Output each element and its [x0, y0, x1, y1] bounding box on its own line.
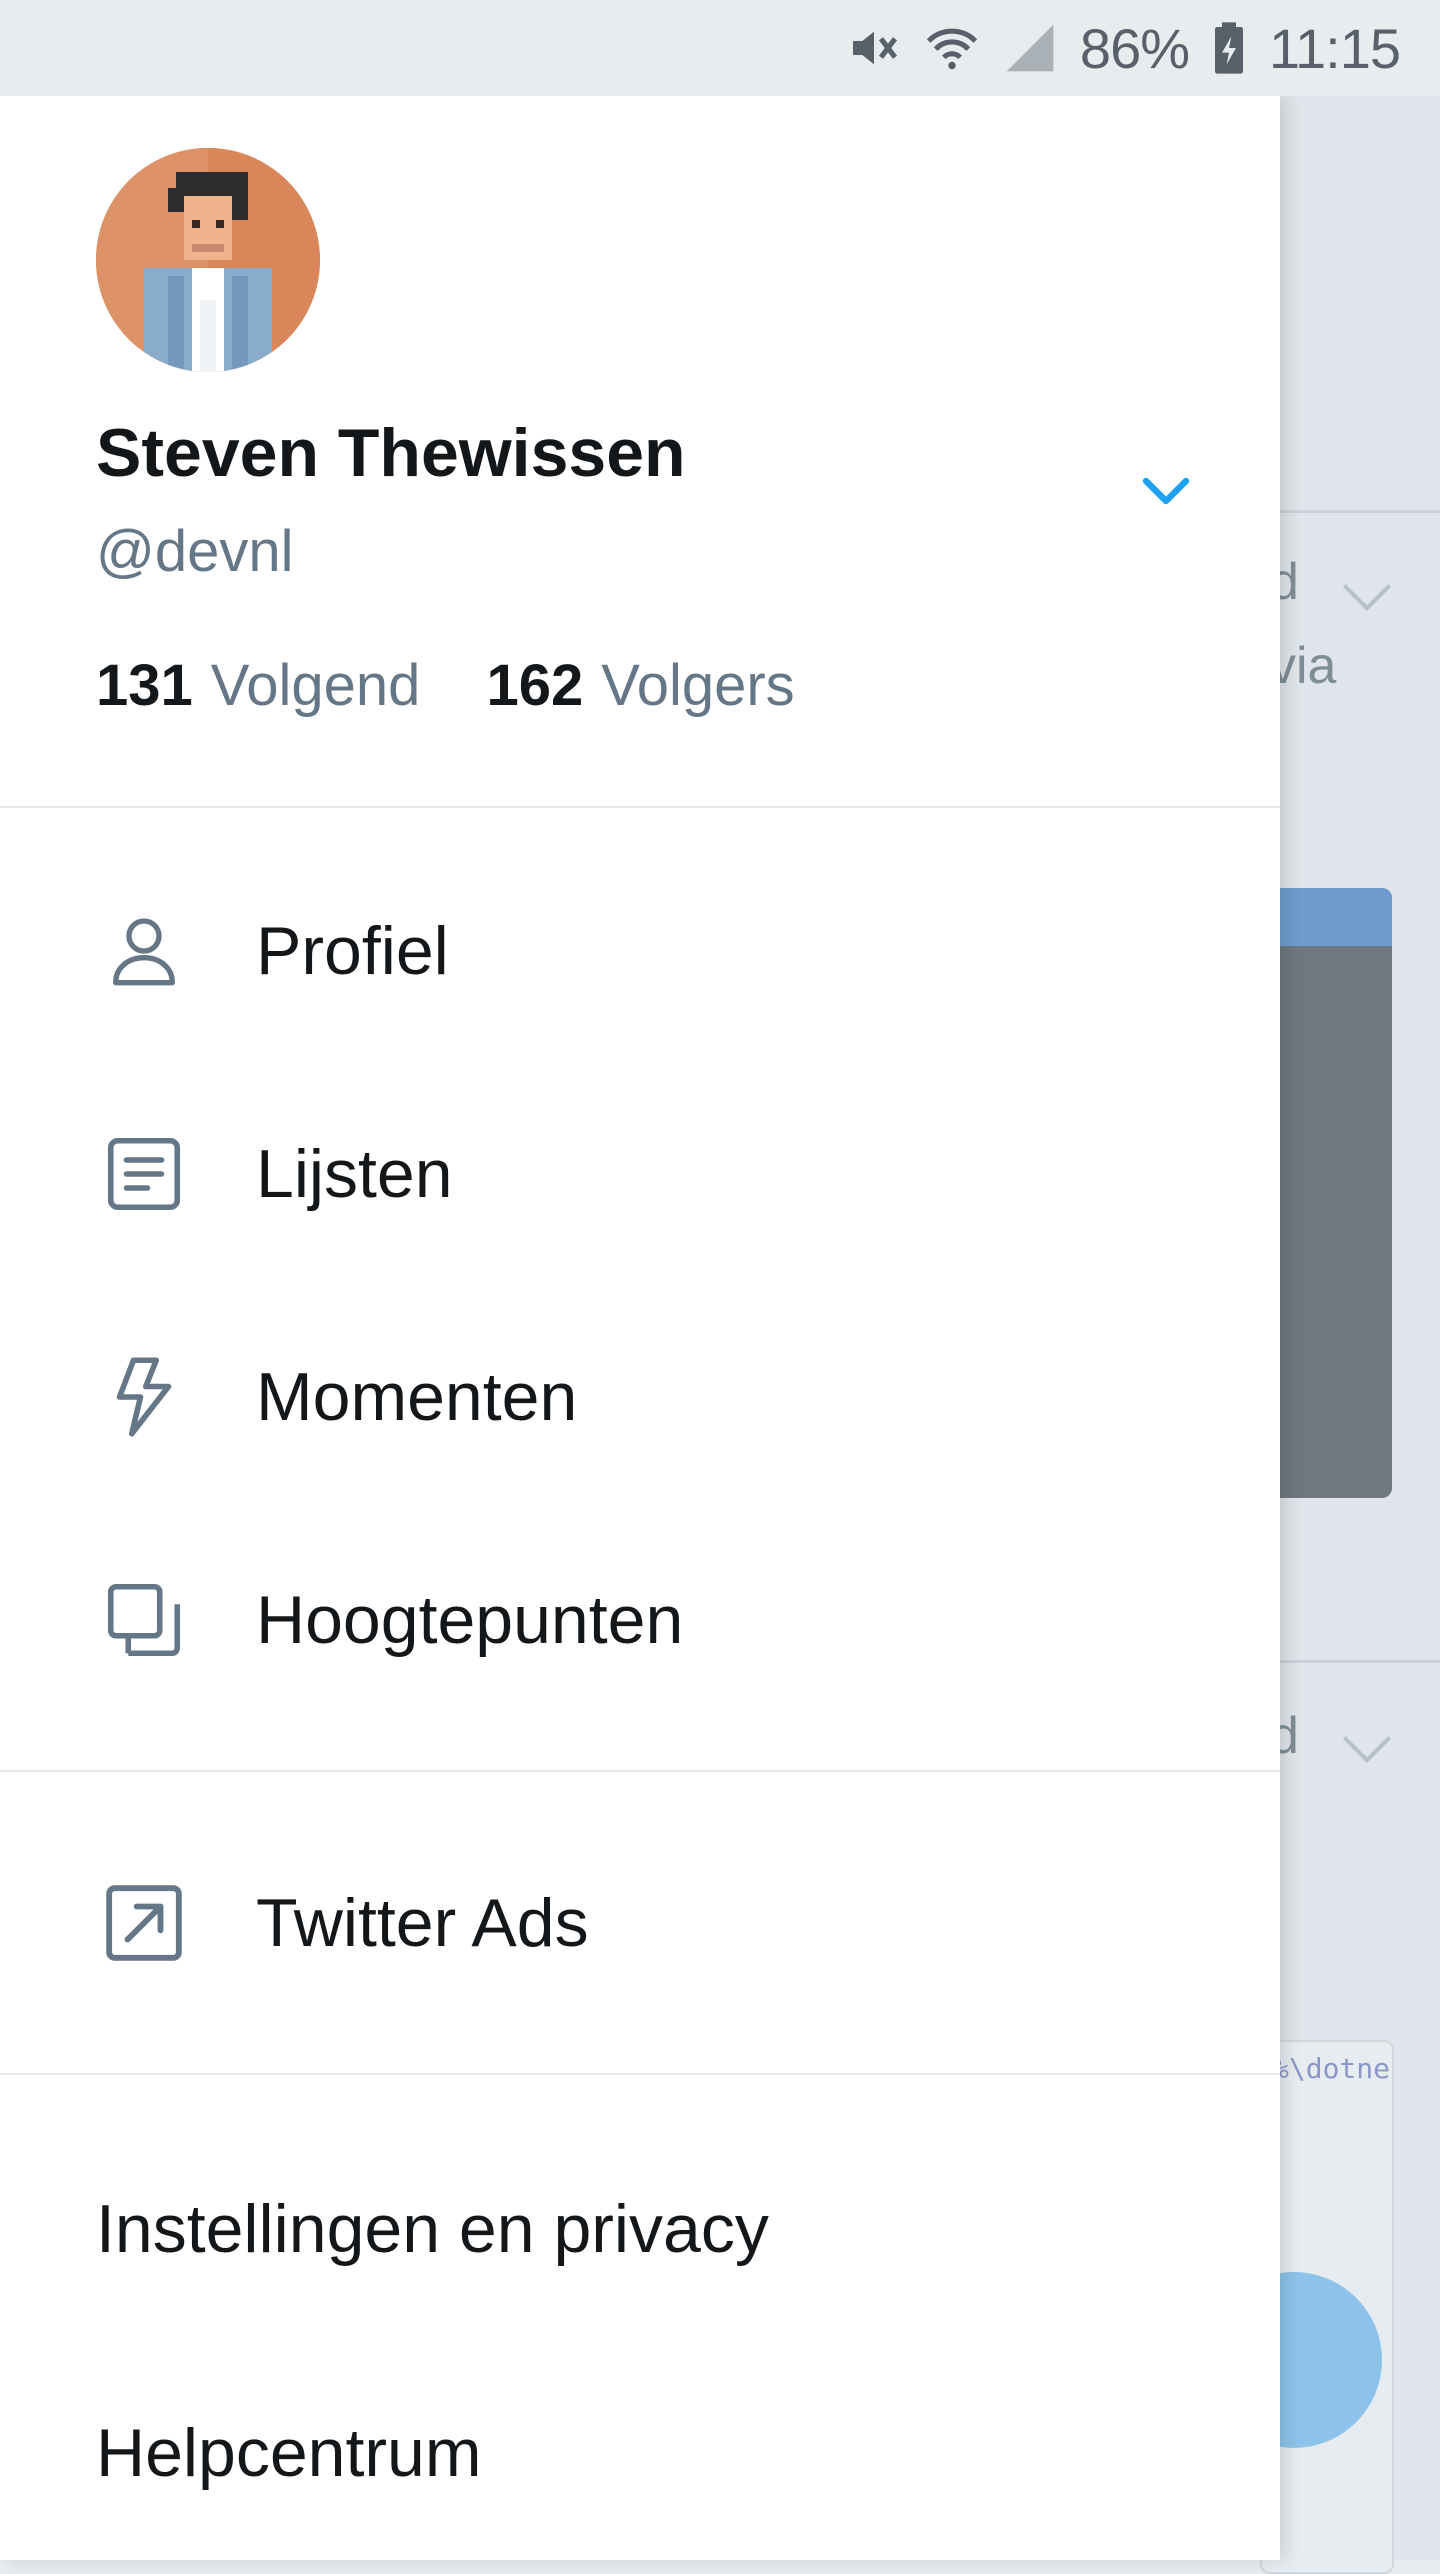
mute-icon: [846, 20, 902, 76]
person-icon: [96, 903, 192, 999]
bg-chevron-icon: [1342, 1714, 1392, 1764]
profile-name: Steven Thewissen: [96, 415, 686, 491]
menu-item-highlights[interactable]: Hoogtepunten: [0, 1525, 1280, 1715]
following-stat[interactable]: 131 Volgend: [96, 652, 420, 719]
bg-chevron-icon: [1342, 562, 1392, 612]
menu-item-label: Momenten: [256, 1359, 578, 1435]
menu-item-label: Hoogtepunten: [256, 1582, 684, 1658]
followers-label: Volgers: [601, 653, 795, 718]
divider: [0, 806, 1280, 808]
navigation-drawer: Steven Thewissen @devnl 131 Volgend 162 Vo…: [0, 96, 1280, 2560]
account-switcher-chevron-icon[interactable]: [1136, 462, 1196, 522]
divider: [0, 1770, 1280, 1772]
profile-handle: @devnl: [96, 519, 294, 584]
menu-item-lists[interactable]: Lijsten: [0, 1079, 1280, 1269]
clock: 11:15: [1269, 16, 1401, 80]
avatar[interactable]: [96, 148, 320, 372]
battery-percentage: 86%: [1079, 16, 1190, 80]
highlights-icon: [96, 1572, 192, 1668]
settings-privacy-link[interactable]: Instellingen en privacy: [96, 2190, 769, 2268]
menu-item-label: Lijsten: [256, 1136, 453, 1212]
bg-divider: [1280, 1660, 1440, 1663]
external-link-icon: [96, 1875, 192, 1971]
followers-stat[interactable]: 162 Volgers: [486, 652, 794, 719]
wifi-icon: [924, 20, 980, 76]
menu-item-label: Twitter Ads: [256, 1885, 589, 1961]
menu-item-label: Profiel: [256, 913, 449, 989]
battery-icon: [1211, 20, 1247, 76]
following-count: 131: [96, 653, 193, 718]
lightning-icon: [96, 1349, 192, 1445]
followers-count: 162: [486, 653, 584, 718]
menu-item-twitter-ads[interactable]: Twitter Ads: [0, 1828, 1280, 2018]
menu-item-moments[interactable]: Momenten: [0, 1302, 1280, 1492]
signal-icon: [1002, 20, 1058, 76]
status-bar: 86% 11:15: [0, 0, 1440, 96]
help-center-link[interactable]: Helpcentrum: [96, 2414, 482, 2492]
list-icon: [96, 1126, 192, 1222]
bg-divider: [1280, 510, 1440, 513]
following-label: Volgend: [210, 653, 421, 718]
divider: [0, 2073, 1280, 2075]
menu-item-profile[interactable]: Profiel: [0, 856, 1280, 1046]
follow-stats: 131 Volgend 162 Volgers: [96, 652, 795, 719]
